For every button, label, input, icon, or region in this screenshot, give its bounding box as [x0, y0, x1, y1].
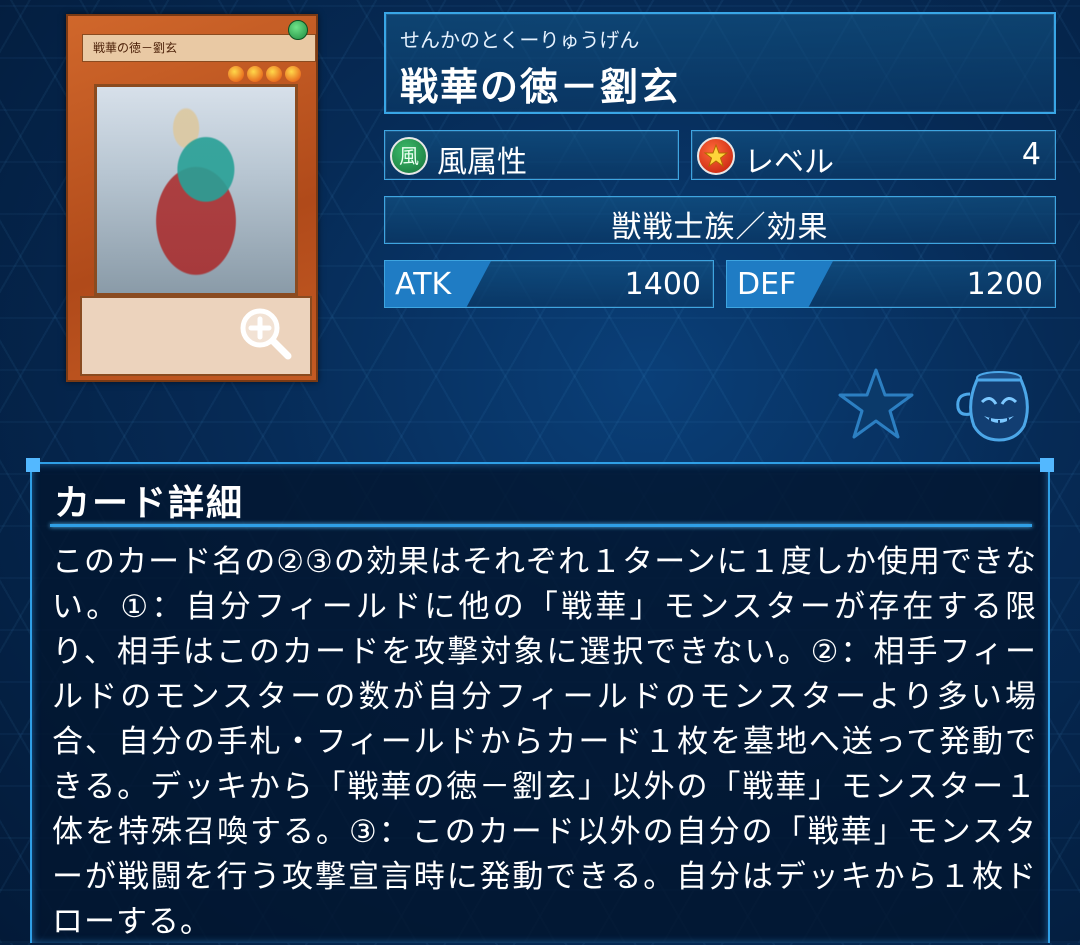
level-label: レベル [744, 145, 834, 180]
heading-divider [50, 524, 1032, 527]
card-effect-text: このカード名の②③の効果はそれぞれ１ターンに１度しか使用できない。①：自分フィー… [52, 544, 1037, 940]
card-image[interactable]: 戦華の徳－劉玄 [66, 14, 318, 382]
def-label: DEF [737, 267, 797, 302]
type-panel: 獣戦士族／効果 [384, 196, 1056, 245]
def-panel: DEF 1200 [726, 260, 1056, 308]
card-artwork [94, 84, 298, 296]
level-star-icon [266, 66, 282, 82]
atk-panel: ATK 1400 [384, 260, 714, 308]
atk-value: 1400 [624, 267, 701, 302]
card-image-level-stars [228, 66, 308, 82]
card-name-panel: せんかのとくーりゅうげん 戦華の徳－劉玄 [384, 12, 1056, 114]
card-detail-heading: カード詳細 [54, 483, 245, 524]
attribute-glyph: 風 [399, 144, 419, 168]
card-name-ruby: せんかのとくーりゅうげん [400, 28, 640, 52]
def-tag: DEF [727, 261, 833, 307]
level-star-icon [228, 66, 244, 82]
wind-attribute-icon: 風 [390, 137, 428, 175]
magnifier-zoom-icon[interactable] [236, 304, 296, 364]
frame-corner [26, 458, 40, 472]
atk-label: ATK [395, 267, 452, 302]
frame-corner [1040, 458, 1054, 472]
card-image-name: 戦華の徳－劉玄 [82, 34, 316, 62]
card-detail-panel: カード詳細 このカード名の②③の効果はそれぞれ１ターンに１度しか使用できない。①… [26, 458, 1054, 943]
level-value: 4 [1021, 137, 1041, 172]
level-panel: レベル 4 [691, 130, 1056, 180]
atk-tag: ATK [385, 261, 491, 307]
monster-type: 獣戦士族／効果 [611, 210, 829, 245]
attribute-label: 風属性 [437, 145, 527, 180]
attribute-panel: 風 風属性 [384, 130, 679, 180]
level-star-icon [697, 137, 735, 175]
star-icon[interactable] [836, 366, 916, 442]
pot-icon[interactable] [950, 364, 1040, 444]
level-star-icon [247, 66, 263, 82]
card-name: 戦華の徳－劉玄 [400, 65, 681, 109]
def-value: 1200 [966, 267, 1043, 302]
card-image-attribute-icon [288, 20, 308, 40]
level-star-icon [285, 66, 301, 82]
